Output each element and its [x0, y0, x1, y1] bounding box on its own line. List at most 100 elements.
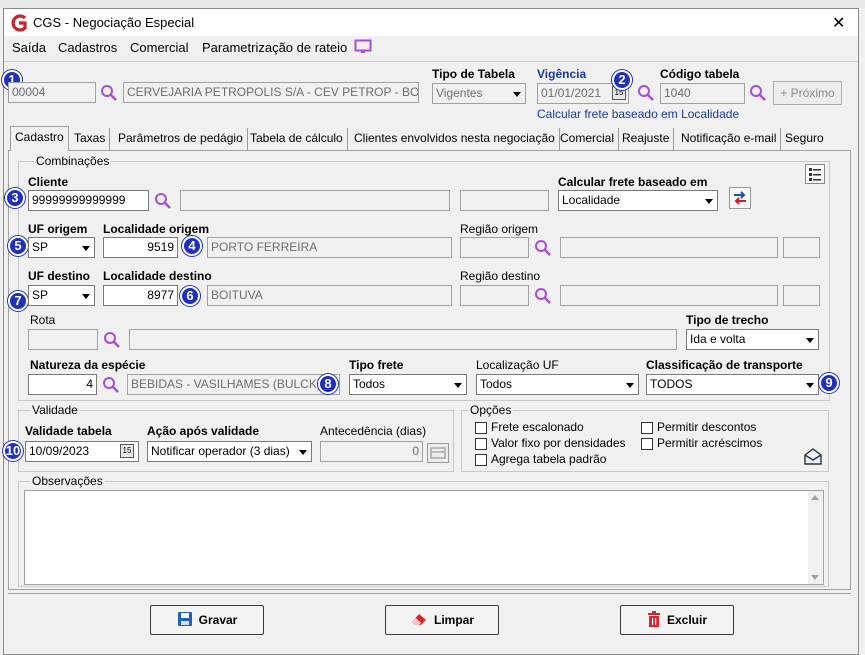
- search-icon[interactable]: [103, 331, 121, 349]
- top-toolbar-strip: [0, 0, 865, 8]
- tab-clientes-envolvidos[interactable]: Clientes envolvidos nesta negociação: [350, 128, 560, 150]
- menu-parametrizacao-rateio[interactable]: Parametrização de rateio: [202, 40, 347, 55]
- agrega-tabela-checkbox[interactable]: [475, 454, 487, 466]
- search-icon[interactable]: [637, 84, 655, 102]
- cliente-label: Cliente: [28, 175, 69, 189]
- tab-tabela-calculo[interactable]: Tabela de cálculo: [246, 128, 348, 150]
- proximo-button[interactable]: + Próximo: [773, 81, 842, 105]
- antecedencia-field[interactable]: 0: [320, 441, 423, 462]
- badge-10: 10: [3, 441, 23, 461]
- close-icon[interactable]: ✕: [832, 13, 845, 33]
- localidade-destino-label: Localidade destino: [103, 269, 212, 283]
- tab-comercial[interactable]: Comercial: [556, 128, 620, 150]
- trash-icon: [647, 610, 661, 630]
- tab-seguro[interactable]: Seguro: [781, 128, 828, 150]
- regiao-origem-field[interactable]: [460, 237, 529, 258]
- excluir-button[interactable]: Excluir: [620, 605, 734, 635]
- card-icon[interactable]: [427, 443, 449, 463]
- envelope-icon[interactable]: [802, 446, 824, 468]
- uf-origem-select[interactable]: SP: [28, 237, 95, 258]
- menu-saida[interactable]: Saída: [12, 40, 46, 55]
- tab-reajuste[interactable]: Reajuste: [618, 128, 675, 150]
- permitir-acrescimos-label: Permitir acréscimos: [657, 436, 763, 450]
- localizacao-uf-select[interactable]: Todos: [476, 374, 639, 395]
- permitir-descontos-label: Permitir descontos: [657, 420, 757, 434]
- localidade-origem-code-field[interactable]: 9519: [103, 237, 178, 258]
- validade-tabela-label: Validade tabela: [25, 424, 112, 438]
- cliente-extra-field[interactable]: [460, 190, 549, 211]
- tipo-trecho-select[interactable]: Ida e volta: [686, 329, 819, 350]
- observacoes-textarea[interactable]: [24, 490, 824, 585]
- regiao-destino-field[interactable]: [460, 285, 529, 306]
- acao-validade-label: Ação após validade: [147, 424, 260, 438]
- badge-6: 6: [180, 286, 200, 306]
- search-icon[interactable]: [749, 84, 767, 102]
- uf-destino-label: UF destino: [28, 269, 90, 283]
- natureza-name-field[interactable]: BEBIDAS - VASILHAMES (BULCK): [127, 374, 340, 395]
- valor-fixo-checkbox[interactable]: [475, 438, 487, 450]
- calc-frete-select[interactable]: Localidade: [558, 190, 718, 211]
- proximo-label: Próximo: [790, 86, 835, 100]
- tab-parametros-pedagio[interactable]: Parâmetros de pedágio: [114, 128, 248, 150]
- tab-taxas[interactable]: Taxas: [70, 128, 111, 150]
- chevron-down-icon: [701, 191, 717, 210]
- regiao-destino-extra-field[interactable]: [783, 285, 820, 306]
- observacoes-title: Observações: [30, 474, 105, 488]
- tipo-frete-select[interactable]: Todos: [349, 374, 467, 395]
- search-icon[interactable]: [154, 192, 172, 210]
- window-title: CGS - Negociação Especial: [33, 15, 195, 30]
- cliente-name-field[interactable]: [180, 190, 450, 211]
- cliente-field[interactable]: 99999999999999: [28, 190, 149, 211]
- regiao-origem-name-field[interactable]: [560, 237, 778, 258]
- localidade-origem-name-field[interactable]: PORTO FERREIRA: [207, 237, 452, 258]
- rota-name-field[interactable]: [129, 329, 677, 350]
- chevron-down-icon: [78, 238, 94, 257]
- rota-code-field[interactable]: [28, 329, 98, 350]
- tab-notificacao-email[interactable]: Notificação e-mail: [677, 128, 782, 150]
- natureza-code-field[interactable]: 4: [28, 374, 97, 395]
- localizacao-uf-label: Localização UF: [476, 358, 559, 372]
- chevron-down-icon: [802, 375, 818, 394]
- gravar-button[interactable]: Gravar: [150, 605, 264, 635]
- acao-validade-select[interactable]: Notificar operador (3 dias): [147, 441, 312, 462]
- search-icon[interactable]: [534, 239, 552, 257]
- rota-label: Rota: [30, 313, 56, 327]
- search-icon[interactable]: [102, 376, 120, 394]
- company-name-field[interactable]: CERVEJARIA PETROPOLIS S/A - CEV PETROP -…: [123, 82, 419, 103]
- chevron-down-icon: [509, 84, 525, 103]
- tipo-tabela-select[interactable]: Vigentes: [432, 83, 526, 104]
- search-icon[interactable]: [534, 287, 552, 305]
- calendar-icon[interactable]: 15: [120, 444, 134, 458]
- permitir-descontos-checkbox[interactable]: [641, 422, 653, 434]
- company-code-field[interactable]: 00004: [8, 82, 96, 103]
- regiao-destino-label: Região destino: [460, 269, 541, 283]
- chevron-down-icon: [802, 330, 818, 349]
- search-icon[interactable]: [100, 84, 118, 102]
- classificacao-select[interactable]: TODOS: [646, 374, 819, 395]
- gravar-label: Gravar: [198, 613, 238, 627]
- opcoes-title: Opções: [468, 403, 514, 417]
- badge-2: 2: [612, 70, 632, 90]
- permitir-acrescimos-checkbox[interactable]: [641, 438, 653, 450]
- scrollbar[interactable]: [808, 491, 823, 584]
- list-settings-icon[interactable]: [805, 164, 825, 184]
- swap-icon[interactable]: [729, 187, 751, 209]
- badge-8: 8: [318, 374, 338, 394]
- menu-comercial[interactable]: Comercial: [130, 40, 189, 55]
- calc-frete-label: Calcular frete baseado em: [558, 175, 708, 189]
- monitor-icon[interactable]: [354, 39, 372, 55]
- codigo-tabela-field[interactable]: 1040: [660, 83, 745, 104]
- menu-cadastros[interactable]: Cadastros: [58, 40, 117, 55]
- badge-9: 9: [819, 373, 839, 393]
- regiao-destino-name-field[interactable]: [560, 285, 778, 306]
- localidade-destino-name-field[interactable]: BOITUVA: [207, 285, 452, 306]
- divider: [8, 593, 851, 594]
- badge-3: 3: [5, 188, 25, 208]
- chevron-down-icon: [78, 286, 94, 305]
- localidade-destino-code-field[interactable]: 8977: [103, 285, 178, 306]
- frete-escalonado-checkbox[interactable]: [475, 422, 487, 434]
- uf-destino-select[interactable]: SP: [28, 285, 95, 306]
- regiao-origem-extra-field[interactable]: [783, 237, 820, 258]
- tab-cadastro[interactable]: Cadastro: [10, 126, 69, 151]
- limpar-button[interactable]: Limpar: [385, 605, 499, 635]
